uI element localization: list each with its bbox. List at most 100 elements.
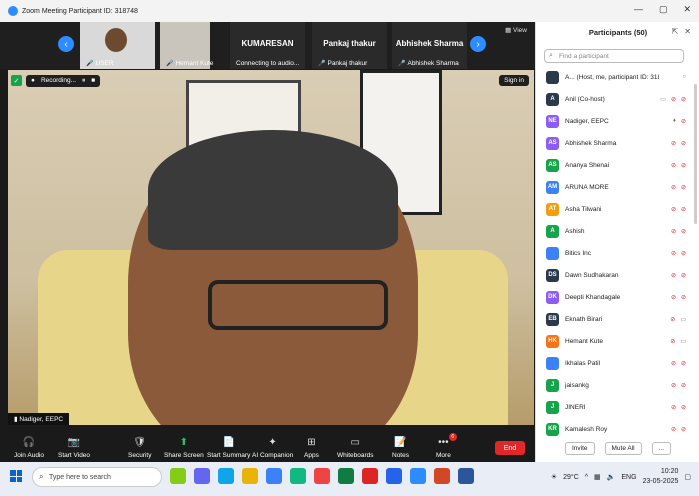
whiteboards-button[interactable]: ▭ Whiteboards xyxy=(337,437,374,459)
stop-icon[interactable]: ■ xyxy=(91,77,95,85)
avatar xyxy=(546,246,559,260)
close-icon[interactable]: ✕ xyxy=(684,27,691,36)
network-icon[interactable]: ▦ xyxy=(594,473,601,481)
minimize-button[interactable]: — xyxy=(634,4,643,15)
more-button[interactable]: ••• 6 More xyxy=(436,433,457,459)
taskbar-search-input[interactable]: ⌕ Type here to search xyxy=(32,467,162,487)
avatar xyxy=(546,356,559,370)
list-item[interactable]: AS Abhishek Sharma ⊘ ⊘ xyxy=(536,133,686,153)
windows-start-icon[interactable] xyxy=(10,470,22,482)
list-item[interactable]: Ikhalas Patil ⊘ ⊘ xyxy=(536,353,686,373)
app-icon[interactable] xyxy=(314,468,330,484)
turtle-icon[interactable] xyxy=(170,468,186,484)
notes-button[interactable]: 📝 Notes xyxy=(392,437,409,459)
list-item[interactable]: EB Eknath Birari ⊘ ▭ xyxy=(536,309,686,329)
date-label: 23-05-2025 xyxy=(642,478,679,485)
video-icon: ▭ xyxy=(660,96,666,103)
mic-muted-icon: ⊘ xyxy=(670,140,676,147)
end-button[interactable]: End xyxy=(495,441,525,455)
weather-temp[interactable]: 29°C xyxy=(563,474,579,481)
join-audio-button[interactable]: 🎧 Join Audio xyxy=(14,437,44,459)
volume-icon[interactable]: 🔈 xyxy=(607,473,616,481)
participants-panel: Participants (50) ⇱ ✕ ⌕ Find a participa… xyxy=(535,22,699,462)
powerpoint-icon[interactable] xyxy=(434,468,450,484)
tile-pankaj[interactable]: Pankaj thakur 🎤 Pankaj thakur xyxy=(312,22,387,69)
share-icon: ⬆ xyxy=(179,437,189,448)
start-video-button[interactable]: 📷 Start Video xyxy=(58,437,90,459)
more-options-button[interactable]: ... xyxy=(651,442,672,455)
app-icon[interactable] xyxy=(386,468,402,484)
maximize-button[interactable]: ▢ xyxy=(659,4,668,15)
tile-name: USER xyxy=(95,60,114,67)
zoom-icon[interactable] xyxy=(410,468,426,484)
chevron-up-icon[interactable]: ^ xyxy=(585,474,588,481)
start-summary-button[interactable]: 📄 Start Summary xyxy=(207,437,250,459)
speaker-glasses xyxy=(208,280,388,330)
list-item[interactable]: NE Nadiger, EEPC ♦ ⊘ xyxy=(536,111,686,131)
weather-icon: ☀ xyxy=(550,474,558,481)
zoom-logo-icon xyxy=(8,6,18,16)
list-item[interactable]: HK Hemant Kute ⊘ ▭ xyxy=(536,331,686,351)
avatar: AS xyxy=(546,158,559,172)
list-item[interactable]: Bitics Inc ⊘ ⊘ xyxy=(536,243,686,263)
list-item[interactable]: AT Asha Tilwani ⊘ ⊘ xyxy=(536,199,686,219)
mute-all-button[interactable]: Mute All xyxy=(604,442,642,455)
main-video[interactable]: ✓ ● Recording... ⏸ ■ Sign in ▮ Nadiger, … xyxy=(8,70,534,425)
video-off-icon: ⊘ xyxy=(680,426,686,433)
tile-hemant[interactable]: 🎤 Hemant Kute xyxy=(160,22,213,69)
tile-caption: Abhishek Sharma xyxy=(407,60,459,67)
participant-search-input[interactable]: ⌕ Find a participant xyxy=(544,49,684,63)
more-label: More xyxy=(436,452,451,459)
list-item[interactable]: AS Ananya Shenai ⊘ ⊘ xyxy=(536,155,686,175)
popout-icon[interactable]: ⇱ xyxy=(672,27,679,36)
list-item[interactable]: A... (Host, me, participant ID: 318748) ○ xyxy=(536,67,686,87)
list-item[interactable]: J JINERI ⊘ ⊘ xyxy=(536,397,686,417)
chrome-icon[interactable] xyxy=(362,468,378,484)
security-button[interactable]: 🛡 Security xyxy=(128,437,151,459)
ai-companion-button[interactable]: ✦ AI Companion xyxy=(252,437,293,459)
pause-icon[interactable]: ⏸ xyxy=(82,77,85,85)
participant-face xyxy=(105,28,127,52)
store-icon[interactable] xyxy=(266,468,282,484)
notes-label: Notes xyxy=(392,452,409,459)
language-indicator[interactable]: ENG xyxy=(621,474,636,481)
clock[interactable]: 10:20 23-05-2025 xyxy=(643,467,679,487)
video-off-icon: ⊘ xyxy=(680,118,686,125)
recording-indicator[interactable]: ● Recording... ⏸ ■ xyxy=(26,74,101,87)
video-off-icon: ⊘ xyxy=(680,360,686,367)
list-item[interactable]: KR Kamalesh Roy ⊘ ⊘ xyxy=(536,419,686,439)
share-screen-button[interactable]: ⬆ Share Screen xyxy=(164,437,204,459)
scrollbar[interactable] xyxy=(694,84,697,224)
tile-abhishek[interactable]: Abhishek Sharma 🎤 Abhishek Sharma xyxy=(392,22,467,69)
video-off-icon: ⊘ xyxy=(680,96,686,103)
widgets-icon[interactable] xyxy=(194,468,210,484)
apps-button[interactable]: ⊞ Apps xyxy=(304,437,319,459)
app-icon[interactable] xyxy=(290,468,306,484)
word-icon[interactable] xyxy=(458,468,474,484)
list-item[interactable]: AM ARUNA MORE ⊘ ⊘ xyxy=(536,177,686,197)
next-page-icon[interactable]: › xyxy=(470,36,486,52)
tile-kumaresan[interactable]: KUMARESAN Connecting to audio... xyxy=(230,22,305,69)
list-item[interactable]: DS Dawn Sudhakaran ⊘ ⊘ xyxy=(536,265,686,285)
excel-icon[interactable] xyxy=(338,468,354,484)
list-item[interactable]: A Ashish ⊘ ⊘ xyxy=(536,221,686,241)
view-button[interactable]: ▦ View xyxy=(505,26,527,34)
list-item[interactable]: Jjaisankg ⊘ ⊘ xyxy=(536,375,686,395)
previous-page-icon[interactable]: ‹ xyxy=(58,36,74,52)
sign-in-button[interactable]: Sign in xyxy=(499,75,529,86)
close-button[interactable]: ✕ xyxy=(683,4,691,15)
mic-muted-icon: ⊘ xyxy=(670,184,676,191)
invite-button[interactable]: Invite xyxy=(564,442,595,455)
mic-muted-icon: ⊘ xyxy=(670,294,676,301)
notification-icon[interactable]: ▢ xyxy=(684,473,691,481)
list-item[interactable]: DK Deepti Khandagale ⊘ ⊘ xyxy=(536,287,686,307)
file-explorer-icon[interactable] xyxy=(242,468,258,484)
participant-name: Eknath Birari xyxy=(565,315,603,323)
apps-icon: ⊞ xyxy=(307,437,316,448)
edge-icon[interactable] xyxy=(218,468,234,484)
video-off-icon: ⊘ xyxy=(680,294,686,301)
list-item[interactable]: A Anil (Co-host) ▭ ⊘ ⊘ xyxy=(536,89,686,109)
tile-user[interactable]: 🎤 USER xyxy=(80,22,155,69)
recording-icon: ● xyxy=(31,76,35,84)
search-placeholder: Find a participant xyxy=(559,52,609,60)
